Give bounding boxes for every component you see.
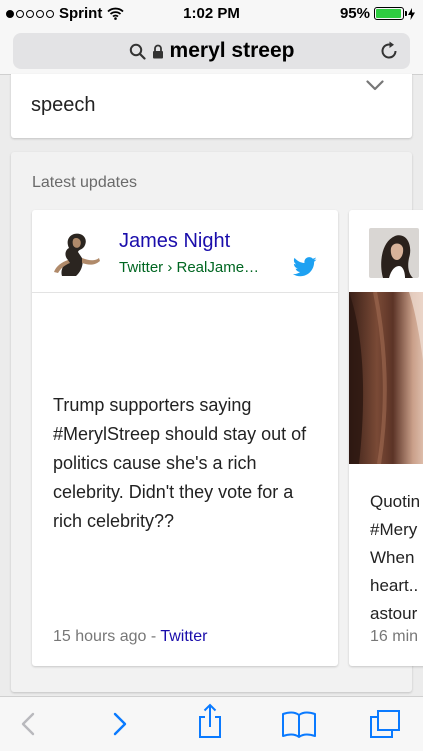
tweet-source-link[interactable]: Twitter xyxy=(160,628,207,645)
tweet-footer: 15 hours ago - Twitter xyxy=(53,628,207,646)
avatar xyxy=(52,228,102,278)
tweet-header: James Night Twitter › RealJame… xyxy=(32,210,338,293)
charging-bolt-icon xyxy=(408,7,415,20)
forward-icon xyxy=(113,712,127,736)
tabs-icon xyxy=(370,710,400,738)
browser-nav-bar: meryl streep xyxy=(0,28,423,75)
twitter-bird-icon xyxy=(293,257,317,277)
back-icon xyxy=(21,712,35,736)
tweet-time: 16 min xyxy=(370,628,419,645)
snippet-line: When xyxy=(370,548,415,567)
top-result-card[interactable]: speech xyxy=(11,74,412,138)
battery-percentage: 95% xyxy=(339,5,370,22)
back-button[interactable] xyxy=(12,709,44,739)
tweet-author[interactable]: James Night xyxy=(119,230,230,253)
search-icon xyxy=(129,43,146,60)
forward-button[interactable] xyxy=(104,709,136,739)
clipped-text-fragment xyxy=(31,83,59,96)
tweet-time: 15 hours ago xyxy=(53,628,147,645)
snippet-line: Quotin xyxy=(370,492,421,511)
tweet-snippet: Quotin #Mery When heart.. astour xyxy=(370,488,420,628)
section-title: Latest updates xyxy=(32,174,137,191)
lock-icon xyxy=(152,44,163,58)
address-bar[interactable]: meryl streep xyxy=(13,33,410,69)
tweet-photo[interactable] xyxy=(349,292,423,464)
battery-icon xyxy=(374,7,407,20)
top-card-text: speech xyxy=(31,94,96,116)
share-button[interactable] xyxy=(194,701,226,741)
status-bar: Sprint 1:02 PM 95% xyxy=(0,0,423,28)
browser-toolbar xyxy=(0,696,423,751)
tweet-separator: - xyxy=(150,628,157,645)
reload-icon[interactable] xyxy=(378,40,400,62)
tweet-card[interactable]: Quotin #Mery When heart.. astour 16 min xyxy=(349,210,423,666)
avatar xyxy=(369,228,419,278)
share-icon xyxy=(199,703,221,738)
bookmarks-button[interactable] xyxy=(280,709,318,739)
tweet-source: Twitter › RealJame… xyxy=(119,259,260,276)
tabs-button[interactable] xyxy=(368,709,402,739)
snippet-line: heart.. xyxy=(370,576,419,595)
tweet-card[interactable]: James Night Twitter › RealJame… Trump su… xyxy=(32,210,338,666)
snippet-line: astour xyxy=(370,604,418,623)
chevron-down-icon[interactable] xyxy=(366,80,384,91)
snippet-line: #Mery xyxy=(370,520,418,539)
bookmarks-icon xyxy=(282,711,316,738)
tweet-text: Trump supporters saying #MerylStreep sho… xyxy=(53,395,307,531)
url-text: meryl streep xyxy=(169,39,295,62)
status-right: 95% xyxy=(340,5,415,22)
